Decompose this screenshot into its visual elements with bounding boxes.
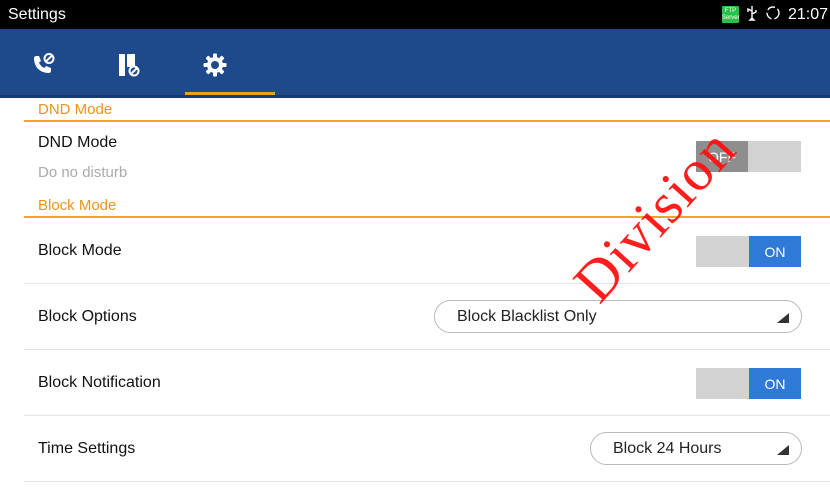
time-settings-dropdown[interactable]: Block 24 Hours [590,432,802,465]
sync-icon [765,5,781,24]
block-mode-label: Block Mode [38,242,122,259]
dnd-mode-toggle[interactable]: OFF [696,141,801,172]
time-settings-label: Time Settings [38,440,136,457]
window-title: Settings [8,5,66,23]
time-settings-row[interactable]: Time Settings Block 24 Hours [24,416,830,482]
section-header-label: DND Mode [38,101,113,118]
dnd-mode-label: DND Mode [38,134,118,151]
status-icons: FTP Server 21:07 [721,5,830,24]
dnd-mode-row[interactable]: DND Mode Do no disturb OFF [24,122,830,202]
toggle-knob: ON [749,368,801,399]
status-bar: Settings FTP Server 21:07 [0,0,830,29]
gear-icon [203,53,227,77]
block-mode-toggle[interactable]: ON [696,236,801,267]
block-notification-toggle[interactable]: ON [696,368,801,399]
section-header-block: Block Mode [24,194,830,218]
clock: 21:07 [787,5,828,23]
ftp-badge-sublabel: Server [721,15,740,21]
block-notification-label: Block Notification [38,374,161,391]
toggle-knob: ON [749,236,801,267]
dnd-mode-sublabel: Do no disturb [38,164,128,181]
ftp-badge-label: FTP [724,8,737,14]
phone-dnd-icon [34,53,55,73]
dropdown-arrow-icon [777,445,789,455]
section-header-dnd: DND Mode [24,98,830,122]
block-options-label: Block Options [38,308,137,325]
dropdown-arrow-icon [777,313,789,323]
usb-icon [746,5,758,24]
dropdown-value: Block 24 Hours [613,439,722,457]
toggle-knob: OFF [696,141,748,172]
tab-settings[interactable] [172,29,258,95]
contacts-block-icon [119,54,140,77]
block-mode-row[interactable]: Block Mode ON [24,218,830,284]
tab-call-settings[interactable] [0,29,86,95]
dropdown-value: Block Blacklist Only [457,307,597,325]
block-options-row[interactable]: Block Options Block Blacklist Only [24,284,830,350]
block-options-dropdown[interactable]: Block Blacklist Only [434,300,802,333]
section-header-label: Block Mode [38,197,117,214]
block-notification-row[interactable]: Block Notification ON [24,350,830,416]
ftp-server-icon: FTP Server [721,6,740,23]
tab-contacts-block[interactable] [86,29,172,95]
tab-bar [0,29,830,98]
